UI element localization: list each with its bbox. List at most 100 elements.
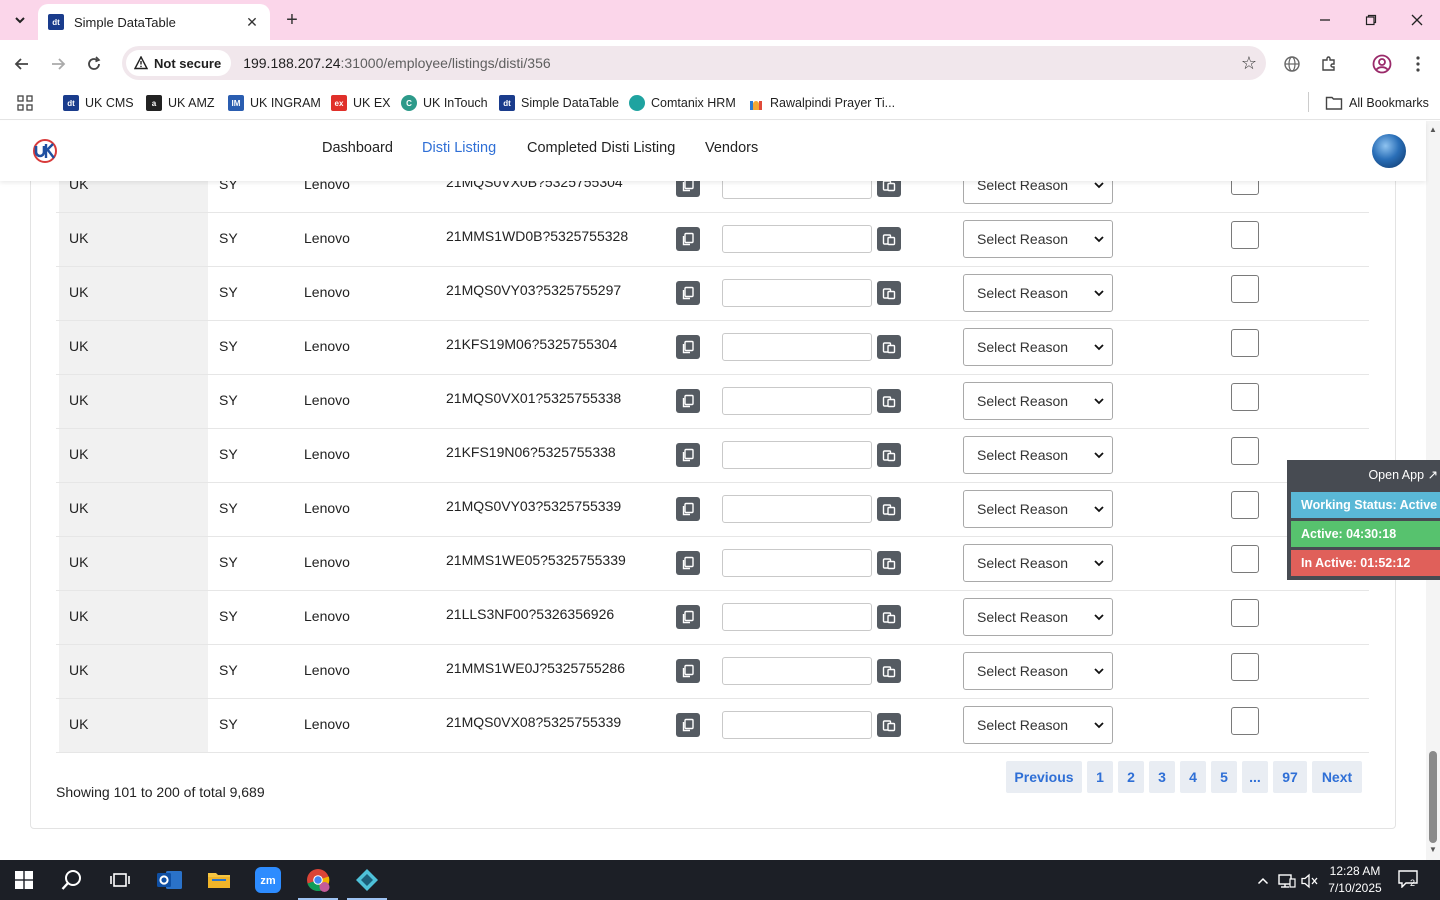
notification-center-button[interactable]: 2	[1398, 870, 1420, 890]
paste-value-button[interactable]	[877, 227, 901, 251]
row-checkbox[interactable]	[1231, 491, 1259, 519]
back-button[interactable]	[8, 50, 36, 78]
taskbar-zoom[interactable]: zm	[244, 860, 292, 900]
reason-select[interactable]: Select Reason	[963, 220, 1113, 258]
reason-select[interactable]: Select Reason	[963, 181, 1113, 204]
taskbar-clock[interactable]: 12:28 AM 7/10/2025	[1322, 863, 1388, 897]
value-input[interactable]	[722, 279, 872, 307]
value-input[interactable]	[722, 495, 872, 523]
reason-select[interactable]: Select Reason	[963, 382, 1113, 420]
show-hidden-icons-button[interactable]	[1254, 872, 1272, 890]
paste-value-button[interactable]	[877, 551, 901, 575]
reason-select[interactable]: Select Reason	[963, 706, 1113, 744]
address-bar[interactable]: Not secure 199.188.207.24:31000/employee…	[122, 46, 1266, 80]
bookmark-rawalpindi-prayer[interactable]: Rawalpindi Prayer Ti...	[748, 92, 895, 114]
reload-button[interactable]	[80, 50, 108, 78]
pagination-page-3[interactable]: 3	[1149, 761, 1175, 793]
pagination-page-97[interactable]: 97	[1273, 761, 1307, 793]
value-input[interactable]	[722, 441, 872, 469]
restore-button[interactable]	[1359, 8, 1383, 32]
taskbar-outlook[interactable]	[146, 860, 194, 900]
forward-button[interactable]	[44, 50, 72, 78]
row-checkbox[interactable]	[1231, 383, 1259, 411]
value-input[interactable]	[722, 181, 872, 199]
nav-disti-listing[interactable]: Disti Listing	[422, 140, 496, 156]
copy-sku-button[interactable]	[676, 605, 700, 629]
copy-sku-button[interactable]	[676, 659, 700, 683]
nav-completed-disti-listing[interactable]: Completed Disti Listing	[527, 140, 675, 156]
copy-sku-button[interactable]	[676, 551, 700, 575]
bookmark-uk-ex[interactable]: ex UK EX	[331, 92, 391, 114]
copy-sku-button[interactable]	[676, 181, 700, 197]
copy-sku-button[interactable]	[676, 443, 700, 467]
reason-select[interactable]: Select Reason	[963, 598, 1113, 636]
row-checkbox[interactable]	[1231, 437, 1259, 465]
paste-value-button[interactable]	[877, 389, 901, 413]
copy-sku-button[interactable]	[676, 335, 700, 359]
site-info-chip[interactable]: Not secure	[126, 50, 232, 76]
scroll-down-icon[interactable]: ▼	[1429, 845, 1437, 854]
nav-dashboard[interactable]: Dashboard	[322, 140, 393, 156]
bookmark-star-icon[interactable]: ☆	[1232, 53, 1266, 74]
reason-select[interactable]: Select Reason	[963, 652, 1113, 690]
start-button[interactable]	[0, 860, 48, 900]
profile-button[interactable]	[1368, 50, 1396, 78]
row-checkbox[interactable]	[1231, 707, 1259, 735]
reason-select[interactable]: Select Reason	[963, 490, 1113, 528]
new-tab-button[interactable]: +	[280, 8, 304, 32]
volume-button[interactable]	[1301, 872, 1319, 890]
taskbar-search-button[interactable]	[48, 860, 96, 900]
reason-select[interactable]: Select Reason	[963, 328, 1113, 366]
row-checkbox[interactable]	[1231, 275, 1259, 303]
task-view-button[interactable]	[96, 860, 144, 900]
open-app-link[interactable]: Open App ↗	[1368, 467, 1438, 482]
reason-select[interactable]: Select Reason	[963, 274, 1113, 312]
nav-vendors[interactable]: Vendors	[705, 140, 758, 156]
copy-sku-button[interactable]	[676, 227, 700, 251]
translate-button[interactable]	[1278, 50, 1306, 78]
scrollbar-thumb[interactable]	[1429, 751, 1437, 843]
bookmark-comtanix-hrm[interactable]: Comtanix HRM	[629, 92, 736, 114]
bookmark-uk-amz[interactable]: a UK AMZ	[146, 92, 215, 114]
row-checkbox[interactable]	[1231, 329, 1259, 357]
row-checkbox[interactable]	[1231, 181, 1259, 195]
scroll-up-icon[interactable]: ▲	[1429, 125, 1437, 134]
taskbar-chrome[interactable]	[294, 860, 342, 900]
copy-sku-button[interactable]	[676, 281, 700, 305]
avatar[interactable]	[1372, 134, 1406, 168]
value-input[interactable]	[722, 549, 872, 577]
minimize-button[interactable]	[1313, 8, 1337, 32]
row-checkbox[interactable]	[1231, 653, 1259, 681]
copy-sku-button[interactable]	[676, 497, 700, 521]
taskbar-file-explorer[interactable]	[195, 860, 243, 900]
paste-value-button[interactable]	[877, 659, 901, 683]
value-input[interactable]	[722, 387, 872, 415]
pagination-page-5[interactable]: 5	[1211, 761, 1237, 793]
network-button[interactable]	[1278, 872, 1296, 890]
pagination-page-1[interactable]: 1	[1087, 761, 1113, 793]
value-input[interactable]	[722, 711, 872, 739]
paste-value-button[interactable]	[877, 281, 901, 305]
browser-tab[interactable]: dt Simple DataTable ✕	[38, 4, 270, 40]
value-input[interactable]	[722, 603, 872, 631]
tab-close-icon[interactable]: ✕	[244, 14, 260, 31]
bookmark-simple-datatable[interactable]: dt Simple DataTable	[499, 92, 619, 114]
copy-sku-button[interactable]	[676, 389, 700, 413]
bookmark-uk-ingram[interactable]: IM UK INGRAM	[228, 92, 321, 114]
value-input[interactable]	[722, 657, 872, 685]
close-window-button[interactable]	[1405, 8, 1429, 32]
extensions-button[interactable]	[1315, 50, 1343, 78]
pagination-page-2[interactable]: 2	[1118, 761, 1144, 793]
chrome-menu-button[interactable]	[1404, 50, 1432, 78]
paste-value-button[interactable]	[877, 181, 901, 197]
value-input[interactable]	[722, 333, 872, 361]
copy-sku-button[interactable]	[676, 713, 700, 737]
reason-select[interactable]: Select Reason	[963, 544, 1113, 582]
bookmark-uk-intouch[interactable]: C UK InTouch	[401, 92, 488, 114]
paste-value-button[interactable]	[877, 443, 901, 467]
tab-search-button[interactable]	[6, 6, 34, 34]
value-input[interactable]	[722, 225, 872, 253]
row-checkbox[interactable]	[1231, 221, 1259, 249]
pagination-previous[interactable]: Previous	[1006, 761, 1082, 793]
taskbar-app[interactable]	[343, 860, 391, 900]
